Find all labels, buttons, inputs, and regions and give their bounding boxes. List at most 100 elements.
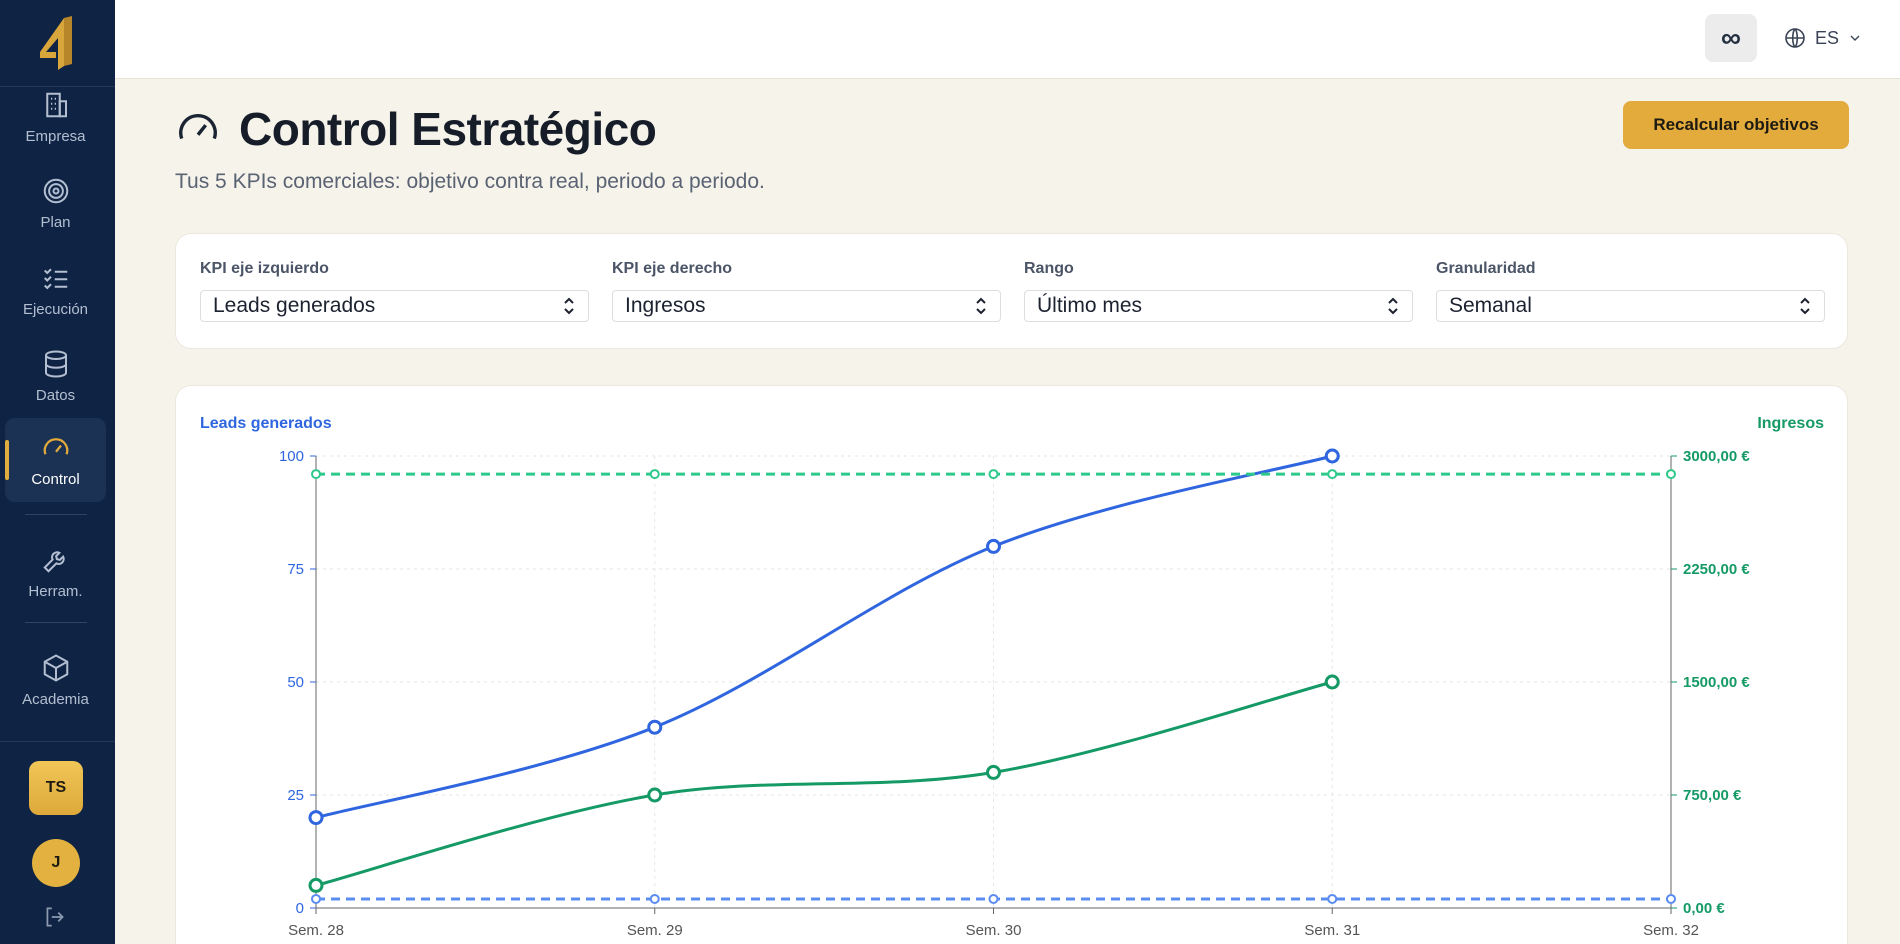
sidebar: Empresa Plan Ejecución Datos Control Her… xyxy=(0,0,115,944)
wrench-icon xyxy=(42,550,65,573)
right-series-point xyxy=(1324,674,1340,690)
left-target-point xyxy=(1327,893,1338,904)
sidebar-item-empresa[interactable]: Empresa xyxy=(5,75,106,159)
filters-card: KPI eje izquierdo Leads generados KPI ej… xyxy=(175,233,1848,349)
right-series-point xyxy=(308,877,324,893)
left-series-line xyxy=(315,454,1333,820)
left-target-point xyxy=(1666,893,1676,904)
right-kpi-select[interactable]: Ingresos xyxy=(612,290,1001,322)
sidebar-item-label: Herram. xyxy=(28,582,83,600)
x-tick-label: Sem. 28 xyxy=(288,922,344,939)
sidebar-item-herramientas[interactable]: Herram. xyxy=(5,530,106,614)
page-title: Control Estratégico xyxy=(239,103,657,155)
right-tick-label: 2250,00 € xyxy=(1683,561,1750,578)
language-selector[interactable]: ES xyxy=(1783,22,1863,54)
chevron-down-icon xyxy=(1850,35,1860,41)
logo-icon xyxy=(39,16,72,70)
sidebar-item-label: Empresa xyxy=(25,127,86,145)
right-target-point xyxy=(988,469,999,480)
right-tick-label: 1500,00 € xyxy=(1683,674,1750,691)
left-target-point xyxy=(649,893,660,904)
filter-range: Rango Último mes xyxy=(1024,260,1413,322)
top-bar: ∞ ES xyxy=(115,0,1900,79)
left-tick-label: 0 xyxy=(296,900,304,917)
sidebar-item-label: Academia xyxy=(22,690,89,708)
filter-label: Granularidad xyxy=(1436,260,1536,277)
x-tick-label: Sem. 32 xyxy=(1643,922,1699,939)
page-subtitle: Tus 5 KPIs comerciales: objetivo contra … xyxy=(175,170,765,193)
sidebar-divider xyxy=(25,622,87,623)
left-axis-title: Leads generados xyxy=(200,415,332,432)
right-tick-label: 3000,00 € xyxy=(1683,448,1750,465)
chart-card: Leads generados Ingresos 0 25 50 75 100 0,00 € 7… xyxy=(175,385,1848,944)
sidebar-divider xyxy=(0,741,115,742)
filter-granularity: Granularidad Semanal xyxy=(1436,260,1825,322)
right-target-point xyxy=(649,469,660,480)
globe-icon xyxy=(1785,28,1805,48)
right-tick-label: 750,00 € xyxy=(1683,787,1742,804)
checklist-icon xyxy=(43,268,67,289)
filter-label: KPI eje derecho xyxy=(612,260,733,277)
target-icon xyxy=(43,178,68,203)
box-icon xyxy=(43,653,68,682)
right-series-point xyxy=(986,764,1001,780)
left-kpi-select[interactable]: Leads generados xyxy=(200,290,589,322)
select-value: Ingresos xyxy=(625,294,706,317)
gauge-icon xyxy=(43,437,68,455)
sidebar-item-label: Ejecución xyxy=(22,300,89,318)
select-value: Último mes xyxy=(1037,294,1143,317)
select-value: Semanal xyxy=(1449,294,1532,317)
avatar[interactable]: J xyxy=(32,839,80,887)
chevron-updown-icon xyxy=(564,297,574,315)
left-tick-label: 100 xyxy=(279,448,304,465)
left-series-point xyxy=(1324,448,1340,464)
left-target-point xyxy=(988,893,999,904)
sidebar-item-control[interactable]: Control xyxy=(5,418,106,502)
right-tick-label: 0,00 € xyxy=(1683,900,1725,917)
chevron-updown-icon xyxy=(1388,297,1398,315)
range-select[interactable]: Último mes xyxy=(1024,290,1413,322)
recalculate-objectives-button[interactable]: Recalcular objetivos xyxy=(1623,101,1849,149)
filter-right-kpi: KPI eje derecho Ingresos xyxy=(612,260,1001,322)
x-tick-label: Sem. 31 xyxy=(1304,922,1360,939)
workspace-badge[interactable]: TS xyxy=(29,761,83,815)
sidebar-item-label: Control xyxy=(31,470,80,488)
logout-icon[interactable] xyxy=(42,904,68,930)
right-target-point xyxy=(1666,469,1676,480)
sidebar-item-label: Plan xyxy=(40,213,71,231)
x-tick-label: Sem. 30 xyxy=(966,922,1022,939)
right-target-point xyxy=(1327,469,1338,480)
select-value: Leads generados xyxy=(213,294,376,317)
filter-label: Rango xyxy=(1024,260,1074,277)
sidebar-item-plan[interactable]: Plan xyxy=(5,161,106,245)
right-target-point xyxy=(311,469,321,480)
page-header: Control Estratégico xyxy=(175,102,657,156)
sidebar-item-academia[interactable]: Academia xyxy=(5,638,106,722)
left-series-point xyxy=(308,810,324,826)
x-tick-label: Sem. 29 xyxy=(627,922,683,939)
infinity-button[interactable]: ∞ xyxy=(1705,14,1757,62)
sidebar-divider xyxy=(25,514,87,515)
granularity-select[interactable]: Semanal xyxy=(1436,290,1825,322)
sidebar-item-datos[interactable]: Datos xyxy=(5,334,106,418)
left-target-point xyxy=(311,893,321,904)
sidebar-item-ejecucion[interactable]: Ejecución xyxy=(5,248,106,332)
language-label: ES xyxy=(1815,27,1840,48)
logo[interactable] xyxy=(0,0,115,86)
left-tick-label: 75 xyxy=(287,561,304,578)
sidebar-item-label: Datos xyxy=(35,386,76,404)
left-tick-label: 50 xyxy=(287,674,304,691)
left-tick-label: 25 xyxy=(287,787,304,804)
left-series-point xyxy=(986,538,1001,554)
right-series-point xyxy=(647,787,663,803)
right-axis-title: Ingresos xyxy=(1757,415,1824,432)
filter-label: KPI eje izquierdo xyxy=(200,260,329,277)
kpi-line-chart: Leads generados Ingresos 0 25 50 75 100 0,00 € 7… xyxy=(200,415,1824,939)
chevron-updown-icon xyxy=(1800,297,1810,315)
left-series-point xyxy=(647,719,663,735)
chevron-updown-icon xyxy=(976,297,986,315)
gauge-icon xyxy=(179,114,217,140)
filter-left-kpi: KPI eje izquierdo Leads generados xyxy=(200,260,589,322)
database-icon xyxy=(44,350,67,378)
building-icon xyxy=(45,92,67,117)
